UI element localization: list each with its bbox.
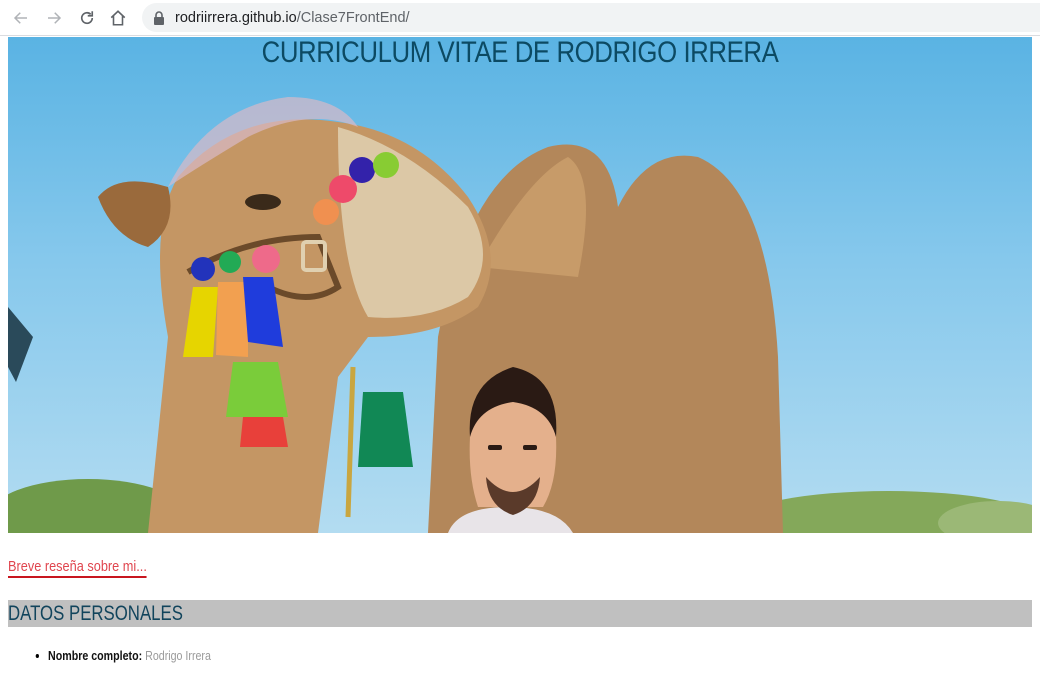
url-domain: rodriirrera.github.io xyxy=(175,9,297,26)
arrow-right-icon xyxy=(48,12,62,24)
browser-toolbar: rodriirrera.github.io/Clase7FrontEnd/ xyxy=(0,0,1040,36)
section-personal-data: DATOS PERSONALES xyxy=(8,600,1032,627)
page-title: CURRICULUM VITAE DE RODRIGO IRRERA xyxy=(261,37,779,69)
home-icon xyxy=(110,10,126,26)
home-button[interactable] xyxy=(106,6,130,30)
lock-icon xyxy=(154,10,164,25)
section-heading: DATOS PERSONALES xyxy=(8,602,183,625)
field-value: Rodrigo Irrera xyxy=(145,648,211,663)
field-label: Nombre completo: xyxy=(48,648,143,663)
reload-button[interactable] xyxy=(75,6,99,30)
url-path: /Clase7FrontEnd/ xyxy=(296,9,410,26)
arrow-left-icon xyxy=(13,12,27,24)
forward-button[interactable] xyxy=(42,6,66,30)
bio-link[interactable]: Breve reseña sobre mi... xyxy=(8,558,147,578)
page-content: CURRICULUM VITAE DE RODRIGO IRRERA Breve… xyxy=(0,37,1040,682)
url-text: rodriirrera.github.io/Clase7FrontEnd/ xyxy=(175,10,410,26)
hero-image: CURRICULUM VITAE DE RODRIGO IRRERA xyxy=(8,37,1032,533)
back-button[interactable] xyxy=(9,6,33,30)
reload-icon xyxy=(80,11,94,25)
list-item: Nombre completo: Rodrigo Irrera xyxy=(48,648,211,664)
camel-photo xyxy=(8,97,1032,533)
address-bar[interactable]: rodriirrera.github.io/Clase7FrontEnd/ xyxy=(142,3,1040,32)
personal-data-list: Nombre completo: Rodrigo Irrera xyxy=(48,648,247,664)
